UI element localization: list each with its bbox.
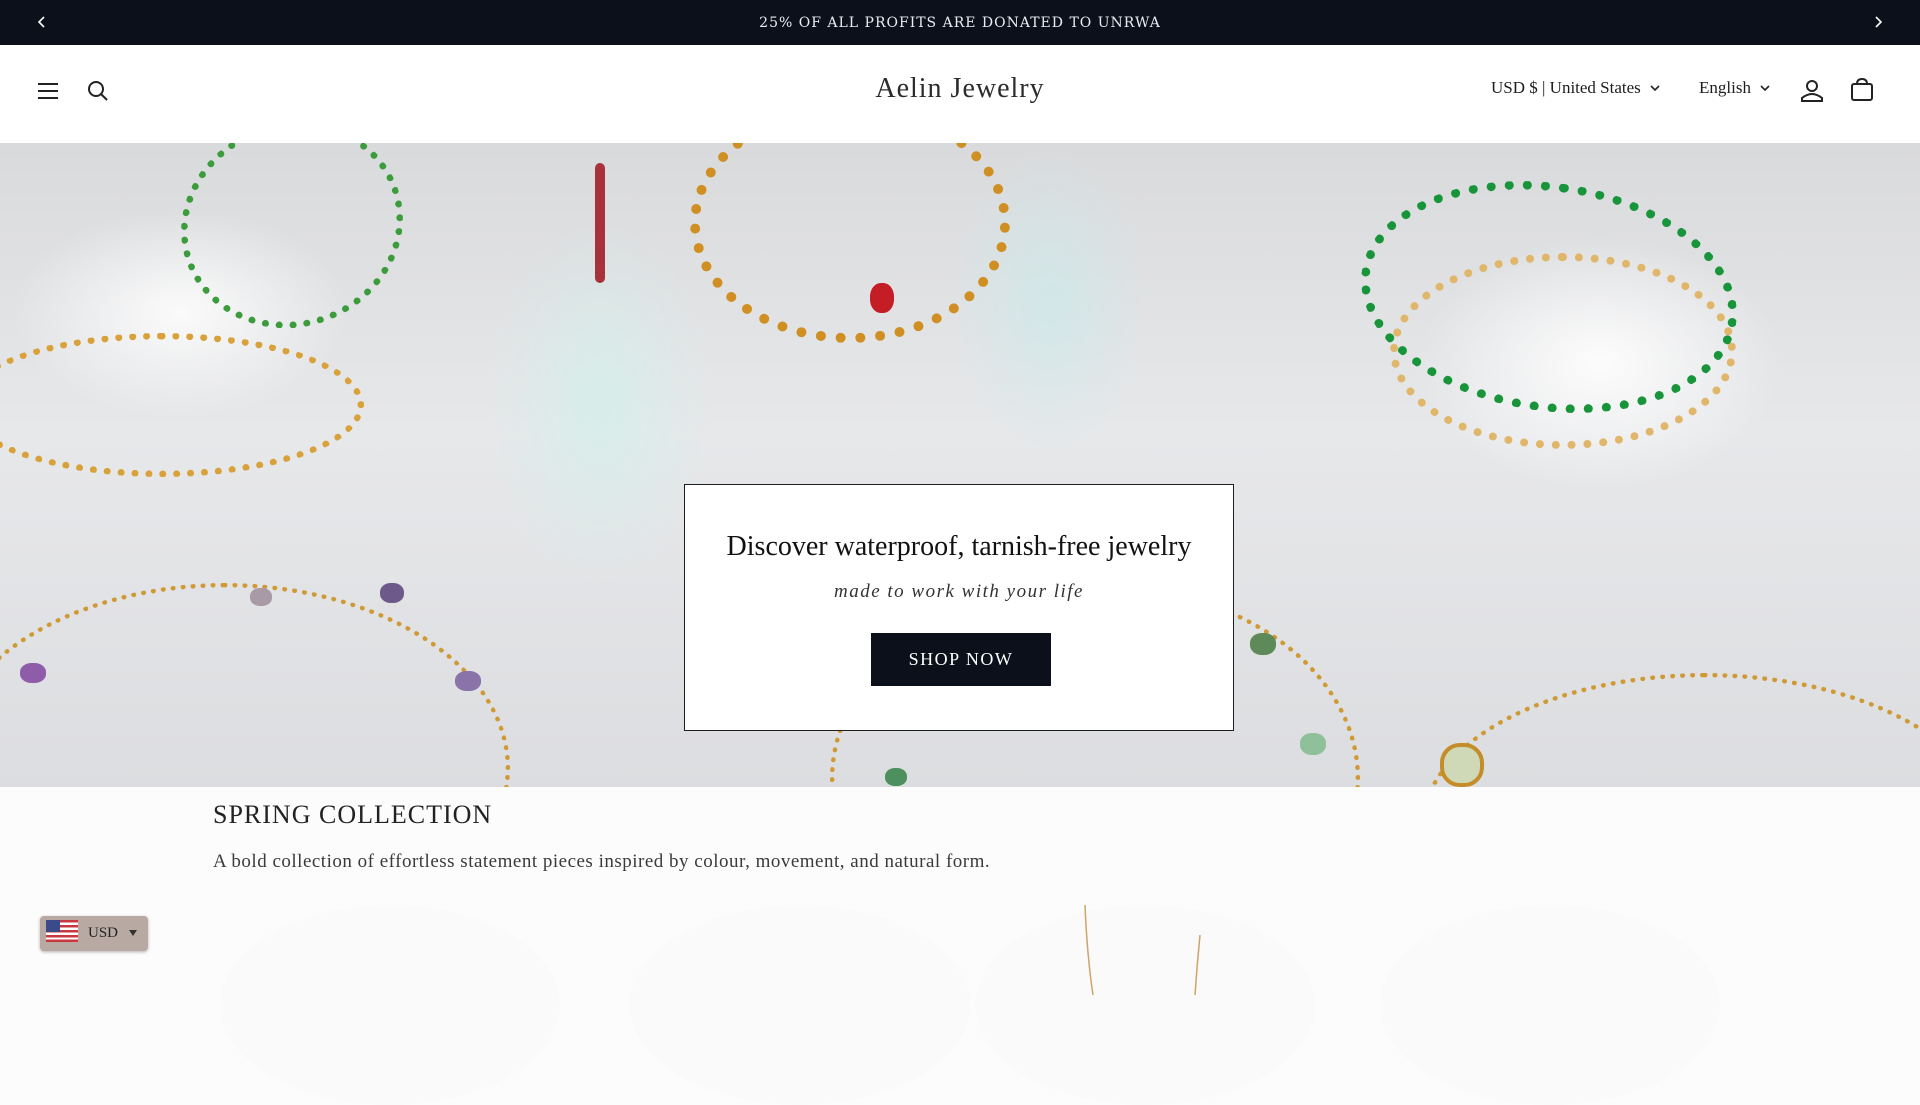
language-selector[interactable]: English [1699, 78, 1771, 98]
product-thumbnail[interactable] [630, 905, 970, 1105]
product-thumbnail[interactable] [975, 905, 1315, 1105]
announcement-bar: 25% OF ALL PROFITS ARE DONATED TO UNRWA [0, 0, 1920, 45]
chevron-left-icon[interactable] [30, 10, 54, 34]
us-flag-icon [46, 920, 78, 947]
hero-card: Discover waterproof, tarnish-free jewelr… [684, 484, 1234, 731]
site-header: Aelin Jewelry USD $ | United States Engl… [0, 45, 1920, 144]
hero-banner: Discover waterproof, tarnish-free jewelr… [0, 143, 1920, 787]
necklace-icon [1084, 905, 1201, 995]
chevron-right-icon[interactable] [1866, 10, 1890, 34]
currency-selector-label: USD $ | United States [1491, 78, 1641, 97]
chevron-down-icon [1649, 78, 1661, 98]
currency-widget[interactable]: USD [40, 916, 148, 951]
chevron-down-icon [1759, 78, 1771, 98]
collection-description: A bold collection of effortless statemen… [213, 851, 991, 872]
shop-now-button[interactable]: SHOP NOW [871, 633, 1051, 686]
language-selector-label: English [1699, 78, 1751, 97]
hero-subtitle: made to work with your life [833, 581, 1084, 602]
caret-down-icon [128, 925, 138, 942]
account-icon[interactable] [1797, 75, 1827, 105]
currency-widget-code: USD [88, 925, 119, 941]
product-thumbnail[interactable] [1380, 905, 1720, 1105]
product-thumbnail[interactable] [220, 905, 560, 1105]
hero-title: Discover waterproof, tarnish-free jewelr… [726, 531, 1192, 562]
cart-icon[interactable] [1847, 75, 1877, 105]
currency-selector[interactable]: USD $ | United States [1491, 78, 1661, 98]
announcement-text: 25% OF ALL PROFITS ARE DONATED TO UNRWA [759, 14, 1161, 31]
collection-title: SPRING COLLECTION [213, 800, 493, 829]
